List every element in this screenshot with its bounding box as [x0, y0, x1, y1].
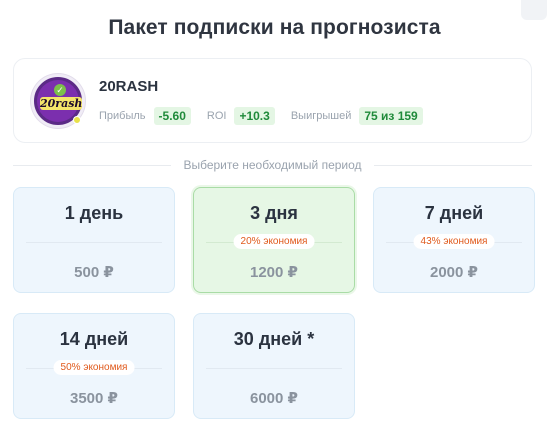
plan-name: 3 дня — [250, 203, 298, 223]
wins-value: 75 из 159 — [359, 107, 423, 125]
divider-line — [373, 164, 532, 166]
plan-separator — [206, 368, 342, 369]
plan-card-14-days[interactable]: 14 дней 50% экономия 3500 ₽ — [13, 313, 175, 419]
divider-line — [13, 164, 172, 166]
plan-price: 6000 ₽ — [250, 390, 298, 407]
plan-card-1-day[interactable]: 1 день 500 ₽ — [13, 187, 175, 293]
plan-name: 7 дней — [424, 203, 484, 223]
check-icon: ✓ — [54, 84, 66, 96]
period-prompt: Выберите необходимый период — [183, 158, 362, 172]
plan-price: 2000 ₽ — [430, 264, 478, 281]
profit-label: Прибыль — [99, 110, 146, 122]
plan-card-7-days[interactable]: 7 дней 43% экономия 2000 ₽ — [373, 187, 535, 293]
roi-label: ROI — [206, 110, 227, 122]
plan-name: 30 дней * — [233, 329, 315, 349]
online-status-icon — [73, 116, 81, 124]
plan-name: 14 дней — [59, 329, 129, 349]
profit-value: -5.60 — [153, 107, 191, 125]
plan-price: 3500 ₽ — [70, 390, 118, 407]
page-title: Пакет подписки на прогнозиста — [108, 16, 441, 39]
plan-card-3-days[interactable]: 3 дня 20% экономия 1200 ₽ — [193, 187, 355, 293]
avatar: ✓ 20rash — [31, 74, 85, 128]
plan-price: 500 ₽ — [74, 264, 114, 281]
avatar-logo-text: 20rash — [40, 97, 83, 110]
wins-label: Выигрышей — [290, 110, 352, 122]
avatar-image: ✓ 20rash — [37, 80, 83, 122]
plan-card-30-days[interactable]: 30 дней * 6000 ₽ — [193, 313, 355, 419]
savings-badge: 50% экономия — [53, 360, 135, 375]
plan-separator — [26, 242, 162, 243]
plan-name: 1 день — [64, 203, 124, 223]
roi-value: +10.3 — [234, 107, 275, 125]
stats-row: Прибыль -5.60 ROI +10.3 Выигрышей 75 из … — [99, 107, 439, 125]
savings-badge: 20% экономия — [233, 234, 315, 249]
forecaster-card: ✓ 20rash 20RASH Прибыль -5.60 ROI +10.3 … — [13, 58, 532, 143]
username: 20RASH — [99, 78, 159, 95]
savings-badge: 43% экономия — [413, 234, 495, 249]
period-divider: Выберите необходимый период — [13, 158, 532, 172]
plan-price: 1200 ₽ — [250, 264, 298, 281]
